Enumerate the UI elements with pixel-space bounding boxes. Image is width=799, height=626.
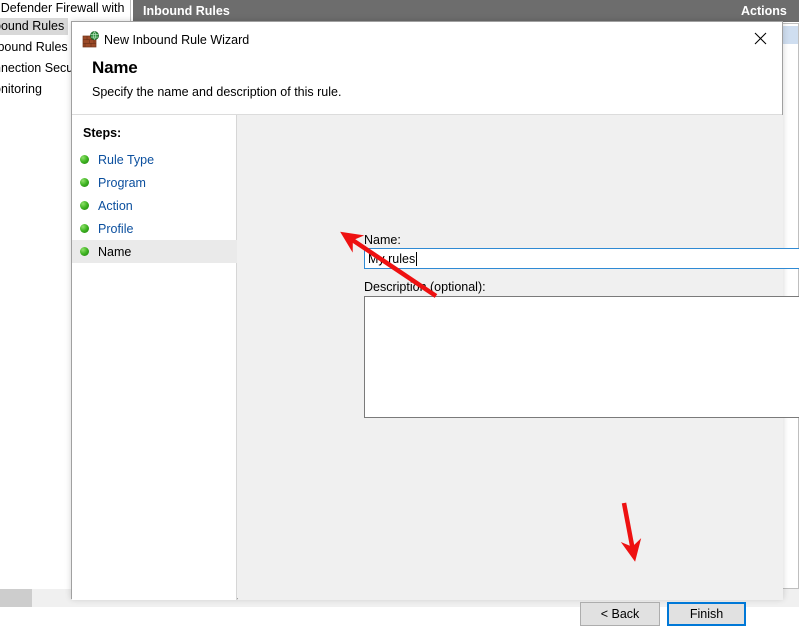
close-icon[interactable] <box>738 22 782 54</box>
steps-label: Steps: <box>83 126 122 140</box>
tree-item-monitoring[interactable]: onitoring <box>0 81 46 98</box>
description-input[interactable] <box>364 296 799 418</box>
tree-item-outbound-rules[interactable]: tbound Rules <box>0 39 72 56</box>
firewall-globe-icon <box>82 31 100 49</box>
page-title: Name <box>92 58 138 77</box>
page-subtitle: Specify the name and description of this… <box>92 85 342 99</box>
wizard-steps-pane: Steps: Rule Type Program Action Profile … <box>72 115 237 600</box>
step-label: Action <box>98 198 133 213</box>
description-field-label: Description (optional): <box>364 280 486 294</box>
step-name[interactable]: Name <box>72 240 237 263</box>
tree-item-inbound-rules[interactable]: bound Rules <box>0 18 69 35</box>
tree-scrollbar-thumb[interactable] <box>0 589 32 607</box>
name-input[interactable]: My rules <box>364 248 799 269</box>
step-profile[interactable]: Profile <box>72 217 237 240</box>
inbound-rules-header: Inbound Rules <box>133 0 733 22</box>
step-label: Name <box>98 244 132 259</box>
finish-button[interactable]: Finish <box>667 602 746 626</box>
step-bullet-icon <box>80 201 89 210</box>
step-rule-type[interactable]: Rule Type <box>72 148 237 171</box>
back-button[interactable]: < Back <box>580 602 660 626</box>
wizard-header: New Inbound Rule Wizard Name Specify the… <box>72 22 782 115</box>
step-label: Rule Type <box>98 152 155 167</box>
name-input-value: My rules <box>368 251 416 266</box>
step-bullet-icon <box>80 247 89 256</box>
step-label: Profile <box>98 221 134 236</box>
step-program[interactable]: Program <box>72 171 237 194</box>
step-bullet-icon <box>80 224 89 233</box>
text-caret <box>416 251 418 266</box>
actions-header: Actions <box>733 0 799 22</box>
step-action[interactable]: Action <box>72 194 237 217</box>
wizard-content-pane: Name: My rules Description (optional): <… <box>238 115 799 626</box>
step-bullet-icon <box>80 155 89 164</box>
step-label: Program <box>98 175 146 190</box>
new-inbound-rule-wizard-dialog: New Inbound Rule Wizard Name Specify the… <box>71 21 799 626</box>
name-field-label: Name: <box>364 233 401 247</box>
step-bullet-icon <box>80 178 89 187</box>
tree-item-connection-security-rules[interactable]: nnection Secu <box>0 60 77 77</box>
wizard-title: New Inbound Rule Wizard <box>104 33 250 47</box>
tree-root-node[interactable]: ws Defender Firewall with <box>0 1 124 15</box>
